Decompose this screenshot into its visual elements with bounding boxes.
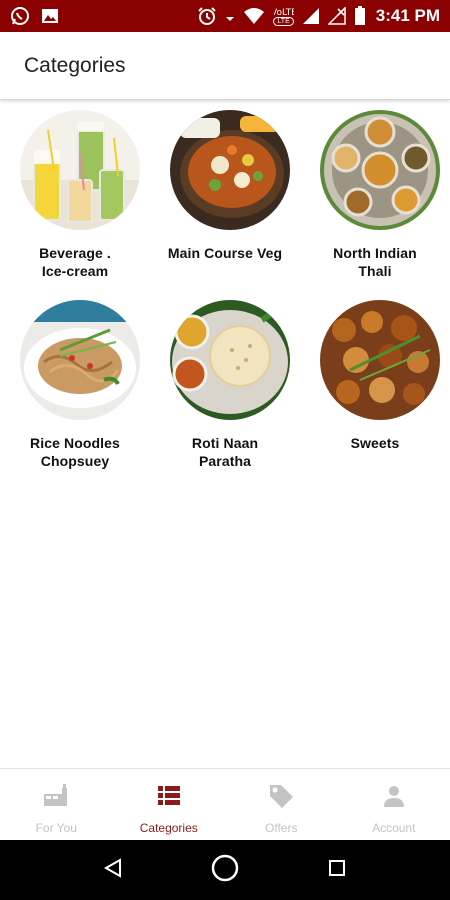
whatsapp-icon xyxy=(10,6,30,26)
beverage-image xyxy=(20,110,140,230)
system-navigation-bar xyxy=(0,840,450,900)
thali-image xyxy=(320,110,440,230)
noodles-image xyxy=(20,300,140,420)
wifi-icon xyxy=(243,6,265,26)
volte-icon: VoLTE LTE xyxy=(273,5,294,26)
svg-text:VoLTE: VoLTE xyxy=(274,8,294,17)
tag-icon xyxy=(266,781,296,811)
food-tray-icon xyxy=(41,781,71,811)
no-signal-icon xyxy=(327,6,346,25)
main-course-image xyxy=(170,110,290,230)
category-beverage[interactable]: Beverage . Ice-cream xyxy=(0,110,150,300)
roti-image xyxy=(170,300,290,420)
tab-label: Account xyxy=(372,821,416,835)
signal-icon xyxy=(302,7,320,25)
sweets-image xyxy=(320,300,440,420)
recents-icon xyxy=(326,857,348,884)
clock: 3:41 PM xyxy=(375,5,440,25)
category-label: Beverage . Ice-cream xyxy=(39,245,111,279)
data-arrows-icon xyxy=(225,6,235,26)
alarm-icon xyxy=(197,6,217,26)
back-icon xyxy=(102,857,124,884)
category-label: Rice Noodles Chopsuey xyxy=(30,435,120,469)
tab-for-you[interactable]: For You xyxy=(0,769,113,840)
category-label: Main Course Veg xyxy=(167,245,283,261)
person-icon xyxy=(379,781,409,811)
category-main-course-veg[interactable]: Main Course Veg xyxy=(150,110,300,300)
gallery-icon xyxy=(40,6,60,26)
category-label: North Indian Thali xyxy=(333,245,417,279)
tab-offers[interactable]: Offers xyxy=(225,769,338,840)
page-title: Categories xyxy=(24,54,126,77)
tab-categories[interactable]: Categories xyxy=(113,769,226,840)
battery-icon xyxy=(354,5,366,26)
tab-label: For You xyxy=(35,821,77,835)
category-north-indian-thali[interactable]: North Indian Thali xyxy=(300,110,450,300)
category-roti-naan-paratha[interactable]: Roti Naan Paratha xyxy=(150,300,300,490)
tab-label: Offers xyxy=(265,821,298,835)
category-label: Sweets xyxy=(350,435,400,451)
tab-label: Categories xyxy=(139,821,198,835)
home-icon xyxy=(210,853,240,888)
tab-account[interactable]: Account xyxy=(338,769,450,840)
category-label: Roti Naan Paratha xyxy=(191,435,259,469)
home-button[interactable] xyxy=(210,853,240,888)
category-sweets[interactable]: Sweets xyxy=(300,300,450,490)
status-bar: VoLTE LTE 3:41 PM xyxy=(0,0,450,32)
category-rice-noodles-chopsuey[interactable]: Rice Noodles Chopsuey xyxy=(0,300,150,490)
back-button[interactable] xyxy=(98,855,128,885)
bottom-navigation: For You Categories Offers Account xyxy=(0,768,450,840)
recents-button[interactable] xyxy=(322,855,352,885)
app-header: Categories xyxy=(0,32,450,100)
volte-text: LTE xyxy=(273,17,294,26)
list-icon xyxy=(154,781,184,811)
